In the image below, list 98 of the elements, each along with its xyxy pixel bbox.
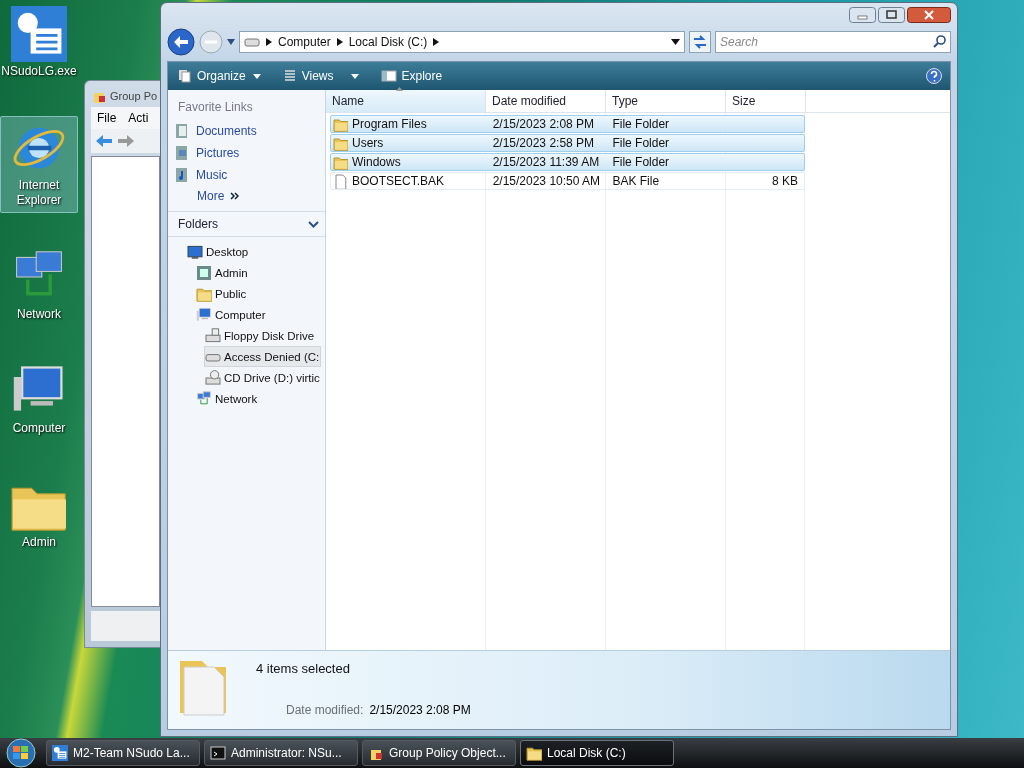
computer-icon — [196, 306, 212, 323]
tree-item[interactable]: Desktop — [186, 241, 251, 262]
pages-icon — [178, 69, 192, 83]
more-link[interactable]: More — [197, 189, 225, 203]
refresh-icon[interactable] — [689, 31, 711, 53]
desktop-icon — [187, 243, 203, 260]
type-cell-text: BAK File — [611, 174, 661, 188]
documents-icon — [174, 123, 190, 139]
settings-list-icon — [52, 745, 68, 761]
caret-icon — [350, 73, 359, 79]
taskbar-button[interactable]: Local Disk (C:) — [520, 740, 674, 766]
caret-icon[interactable] — [227, 39, 235, 45]
file-icon — [333, 173, 348, 189]
close-button[interactable] — [907, 7, 951, 23]
status-bar — [91, 611, 160, 641]
window-title: Group Po — [110, 90, 158, 102]
toolbar-button[interactable]: Organize — [176, 67, 263, 85]
selection-summary: 4 items selected — [256, 661, 351, 676]
file-row[interactable]: BOOTSECT.BAK 2/15/2023 10:50 AM BAK File 8 KB — [330, 172, 805, 190]
settings-list-icon — [11, 6, 67, 62]
minimize-button[interactable] — [849, 7, 876, 23]
file-name: Program Files — [352, 117, 427, 131]
taskbar-button[interactable]: Administrator: NSu... — [204, 740, 358, 766]
tree-item[interactable]: Public — [195, 283, 249, 304]
desktop-shortcut[interactable]: Internet Explorer — [0, 116, 78, 213]
music-icon — [174, 167, 190, 183]
chevron-icon[interactable] — [336, 38, 343, 46]
favorite-link[interactable]: Documents — [168, 120, 325, 142]
search-icon[interactable] — [933, 35, 946, 48]
tree-item[interactable]: CD Drive (D:) virtic — [204, 367, 322, 388]
property-label: Date modified: — [286, 703, 364, 717]
column-header[interactable]: Date modified — [486, 90, 606, 112]
dropdown-caret-icon[interactable] — [671, 39, 680, 45]
file-row[interactable]: Program Files 2/15/2023 2:08 PM File Folder — [330, 115, 805, 133]
pictures-icon — [174, 145, 190, 161]
tree-item[interactable]: Floppy Disk Drive — [204, 325, 317, 346]
double-chevron-icon[interactable] — [230, 192, 240, 200]
desktop-shortcut[interactable]: Network — [0, 245, 78, 327]
tree-item[interactable]: Access Denied (C: — [204, 346, 322, 367]
desktop-shortcut[interactable]: NSudoLG.exe — [0, 2, 78, 84]
search-field[interactable]: Search — [715, 31, 951, 53]
drive-icon — [244, 36, 260, 48]
menu-item[interactable]: File — [97, 111, 117, 125]
cd-drive-icon — [205, 369, 221, 386]
section-heading: Folders — [178, 217, 218, 231]
file-name: Users — [352, 136, 384, 150]
date-cell-text: 2/15/2023 11:39 AM — [491, 155, 601, 169]
sort-arrow-icon — [396, 87, 403, 91]
column-header[interactable]: Size — [726, 90, 806, 112]
menu-item[interactable]: Acti — [128, 111, 149, 125]
type-cell-text: File Folder — [611, 136, 671, 150]
maximize-button[interactable] — [878, 7, 905, 23]
chevron-icon[interactable] — [266, 38, 272, 46]
folder-icon — [333, 135, 348, 151]
type-cell-text: File Folder — [611, 117, 671, 131]
drive-icon — [205, 327, 221, 344]
type-cell-text: File Folder — [611, 155, 671, 169]
list-view-icon — [282, 69, 297, 83]
tree-item[interactable]: Admin — [195, 262, 250, 283]
user-folder-icon — [196, 264, 212, 281]
caret-icon — [252, 73, 261, 79]
column-header[interactable]: Name — [326, 90, 486, 112]
chevron-down-icon[interactable] — [308, 220, 319, 228]
file-name: Windows — [352, 155, 401, 169]
size-cell: 8 KB — [772, 174, 798, 188]
tree-item[interactable]: Network — [195, 388, 260, 409]
taskbar-button[interactable]: M2-Team NSudo La... — [46, 740, 200, 766]
section-heading: Favorite Links — [177, 99, 254, 116]
folder-icon — [333, 116, 348, 132]
file-row[interactable]: Users 2/15/2023 2:58 PM File Folder — [330, 134, 805, 152]
window-icon — [380, 70, 397, 82]
date-cell-text: 2/15/2023 10:50 AM — [491, 174, 602, 188]
date-cell-text: 2/15/2023 2:08 PM — [491, 117, 596, 131]
breadcrumb-item[interactable]: Local Disk (C:) — [348, 35, 428, 49]
folder-icon — [333, 154, 348, 170]
favorite-link[interactable]: Music — [168, 164, 325, 186]
column-header[interactable]: Type — [606, 90, 726, 112]
date-cell-text: 2/15/2023 2:58 PM — [491, 136, 596, 150]
favorite-link[interactable]: Pictures — [168, 142, 325, 164]
desktop-shortcut[interactable]: Computer — [0, 359, 78, 441]
file-row[interactable]: Windows 2/15/2023 11:39 AM File Folder — [330, 153, 805, 171]
property-value: 2/15/2023 2:08 PM — [369, 703, 471, 717]
file-name: BOOTSECT.BAK — [352, 174, 445, 188]
folder-icon — [526, 745, 542, 761]
chevron-icon[interactable] — [433, 38, 440, 46]
tree-item[interactable]: Computer — [195, 304, 268, 325]
address-bar[interactable]: Computer Local Disk (C:) — [239, 31, 685, 53]
toolbar-button[interactable]: Views — [280, 67, 361, 85]
desktop-shortcut[interactable]: Admin — [0, 473, 78, 555]
folders-header[interactable]: Folders — [168, 211, 325, 237]
back-arrow-icon[interactable] — [95, 134, 113, 148]
back-button[interactable] — [167, 28, 195, 56]
help-icon[interactable] — [926, 68, 942, 84]
toolbar-button[interactable]: Explore — [378, 67, 445, 85]
network-computers-icon — [196, 390, 212, 407]
taskbar-button[interactable]: Group Policy Object... — [362, 740, 516, 766]
console-icon — [210, 745, 226, 761]
breadcrumb-item[interactable]: Computer — [278, 35, 331, 49]
